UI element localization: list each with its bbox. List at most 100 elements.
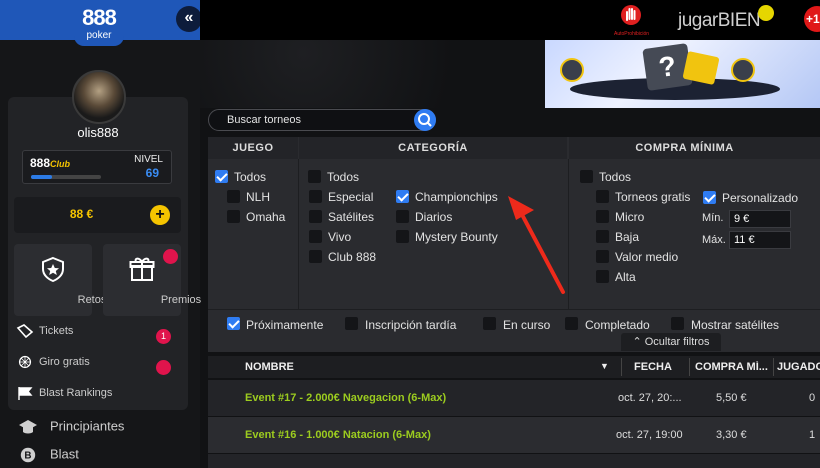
search-input[interactable]: Buscar torneos — [208, 109, 436, 131]
checkbox-status-inscripcion[interactable] — [345, 317, 358, 330]
level-progress-fill — [31, 175, 52, 179]
level-box[interactable]: 888Club NIVEL 69 — [22, 150, 172, 184]
checkbox-buyin-alta[interactable] — [596, 270, 609, 283]
club-suffix: Club — [50, 159, 71, 169]
checkbox-status-satelites[interactable] — [671, 317, 684, 330]
max-buyin-input[interactable]: 11 € — [729, 231, 791, 249]
free-spin-label: Giro gratis — [39, 355, 90, 368]
label-status-satelites: Mostrar satélites — [691, 318, 780, 332]
search-placeholder: Buscar torneos — [227, 114, 301, 126]
promo-banner[interactable]: ? — [545, 40, 820, 108]
filter-game-header: JUEGO — [208, 137, 298, 159]
hide-filters-button[interactable]: ⌃ Ocultar filtros — [621, 333, 721, 351]
tickets-row[interactable]: Tickets — [16, 324, 73, 344]
annotation-arrow — [508, 196, 565, 294]
nav-label: Blast — [50, 446, 79, 462]
label-buyin-micro: Micro — [615, 210, 645, 224]
label-status-en-curso: En curso — [503, 318, 551, 332]
checkbox-buyin-todos[interactable] — [580, 170, 593, 183]
min-buyin-input[interactable]: 9 € — [729, 210, 791, 228]
checkbox-game-omaha[interactable] — [227, 210, 240, 223]
label-cat-todos: Todos — [327, 170, 360, 184]
label-cat-championchips: Championchips — [415, 190, 498, 204]
checkbox-cat-mystery-bounty[interactable] — [396, 230, 409, 243]
column-separator — [621, 358, 622, 376]
label-cat-mystery-bounty: Mystery Bounty — [415, 230, 498, 244]
label-status-completado: Completado — [585, 318, 650, 332]
table-row[interactable]: Event #17 - 2.000€ Navegacion (6-Max) oc… — [208, 380, 820, 416]
tournament-table: NOMBRE ▼ FECHA COMPRA MÍ... JUGADO Event… — [208, 356, 820, 468]
logo-sub: poker — [86, 30, 112, 41]
search-icon — [418, 113, 432, 127]
club-number: 888 — [30, 156, 51, 170]
collapse-sidebar-button[interactable]: « — [176, 6, 202, 32]
logo-main: 888 — [82, 5, 117, 30]
label-buyin-personalizado: Personalizado — [722, 191, 799, 205]
label-game-omaha: Omaha — [246, 210, 286, 224]
checkbox-buyin-valor-medio[interactable] — [596, 250, 609, 263]
free-spin-badge — [156, 360, 171, 375]
tournament-date: oct. 27, 20:... — [618, 392, 682, 404]
wheel-icon — [18, 355, 32, 369]
autoprohibicion-badge[interactable]: AutoProhibición — [614, 4, 649, 37]
label-min: Mín. — [702, 212, 724, 224]
hand-stop-icon — [621, 5, 641, 25]
column-header-compra[interactable]: COMPRA MÍ... — [695, 361, 771, 373]
checkbox-status-en-curso[interactable] — [483, 317, 496, 330]
tournament-buyin: 3,30 € — [716, 429, 747, 441]
table-row-partial[interactable] — [208, 454, 820, 468]
blast-rankings-label: Blast Rankings — [39, 386, 113, 399]
tile-retos[interactable]: Retos — [14, 244, 106, 316]
label-max: Máx. — [702, 234, 726, 246]
checkbox-status-proximamente[interactable] — [227, 317, 240, 330]
banner-player-left — [560, 58, 584, 82]
checkbox-buyin-micro[interactable] — [596, 210, 609, 223]
top-header: AutoProhibición jugarBIEN +18 — [200, 0, 820, 40]
checkbox-cat-championchips[interactable] — [396, 190, 409, 203]
add-funds-button[interactable]: + — [150, 205, 170, 225]
label-status-inscripcion: Inscripción tardía — [365, 318, 457, 332]
checkbox-cat-todos[interactable] — [308, 170, 321, 183]
banner-player-right — [731, 58, 755, 82]
tournament-name: Event #16 - 1.000€ Natacion (6-Max) — [245, 429, 431, 441]
label-buyin-torneos-gratis: Torneos gratis — [615, 190, 691, 204]
column-header-jugadores[interactable]: JUGADO — [777, 361, 820, 373]
balance-value: 88 € — [69, 207, 94, 221]
jugarbien-logo[interactable]: jugarBIEN — [678, 10, 761, 32]
jugarbien-dot — [758, 5, 774, 21]
checkbox-cat-club888[interactable] — [309, 250, 322, 263]
free-spin-row[interactable]: Giro gratis — [16, 355, 90, 375]
checkbox-buyin-baja[interactable] — [596, 230, 609, 243]
blast-rankings-row[interactable]: Blast Rankings — [16, 386, 112, 406]
checkbox-cat-vivo[interactable] — [309, 230, 322, 243]
checkbox-buyin-torneos-gratis[interactable] — [596, 190, 609, 203]
checkbox-cat-especial[interactable] — [309, 190, 322, 203]
label-buyin-alta: Alta — [615, 270, 636, 284]
background-pattern — [200, 40, 545, 108]
column-separator — [689, 358, 690, 376]
checkbox-status-completado[interactable] — [565, 317, 578, 330]
tournament-players: 1 — [809, 429, 816, 441]
blast-icon: B — [20, 447, 36, 463]
level-progress-bar — [31, 175, 101, 179]
label-cat-vivo: Vivo — [328, 230, 352, 244]
filter-buyin-header: COMPRA MÍNIMA — [569, 137, 820, 159]
column-header-nombre[interactable]: NOMBRE — [245, 361, 294, 373]
search-button[interactable] — [414, 109, 436, 131]
tickets-label: Tickets — [39, 324, 74, 337]
checkbox-buyin-personalizado[interactable] — [703, 191, 716, 204]
checkbox-game-todos[interactable] — [215, 170, 228, 183]
label-buyin-baja: Baja — [615, 230, 640, 244]
checkbox-game-nlh[interactable] — [227, 190, 240, 203]
table-row[interactable]: Event #16 - 1.000€ Natacion (6-Max) oct.… — [208, 417, 820, 453]
column-header-fecha[interactable]: FECHA — [634, 361, 672, 373]
club-logo: 888Club — [30, 156, 70, 170]
nav-principiantes[interactable]: Principiantes — [18, 418, 124, 436]
888poker-logo[interactable]: 888 poker — [74, 0, 124, 46]
sort-down-icon[interactable]: ▼ — [600, 361, 609, 371]
checkbox-cat-satelites[interactable] — [309, 210, 322, 223]
checkbox-cat-diarios[interactable] — [396, 210, 409, 223]
tournament-date: oct. 27, 19:00 — [616, 429, 683, 441]
avatar-image[interactable] — [72, 70, 126, 124]
nav-blast[interactable]: B Blast — [18, 446, 79, 464]
